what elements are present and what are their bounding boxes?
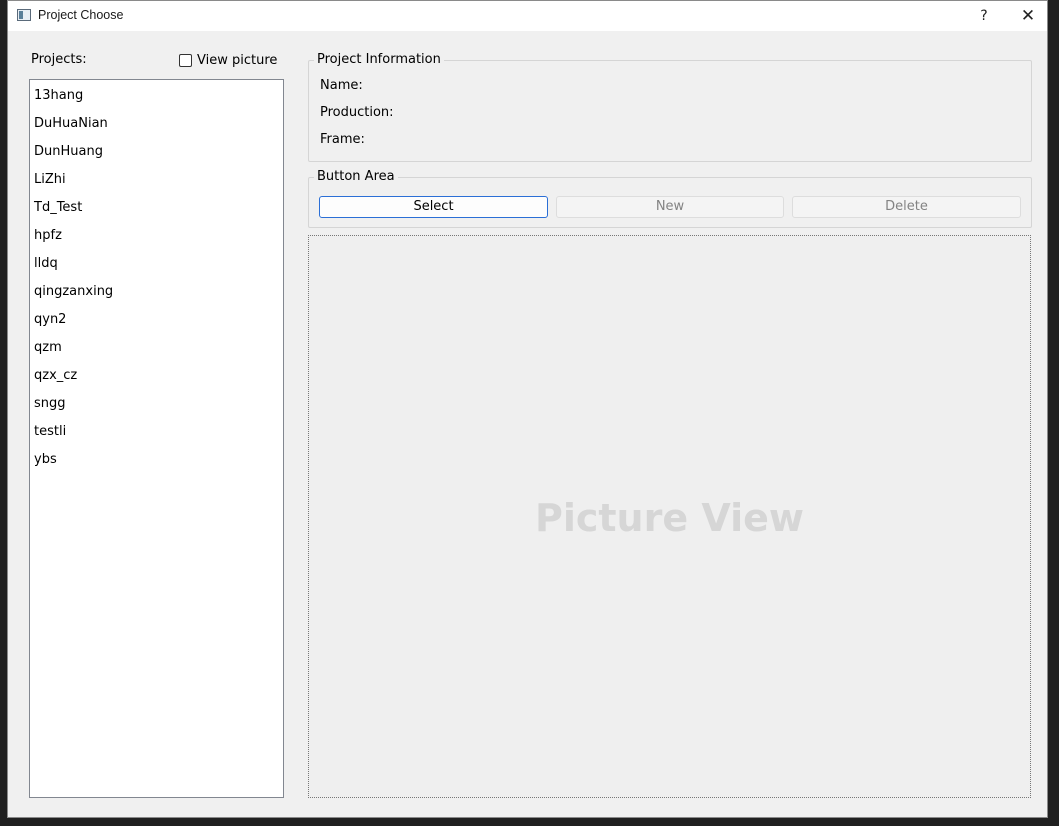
project-list[interactable]: 13hang DuHuaNian DunHuang LiZhi Td_Test …	[29, 79, 284, 798]
frame-label: Frame:	[320, 132, 365, 147]
window-title: Project Choose	[38, 8, 124, 22]
help-button[interactable]: ?	[972, 5, 996, 27]
button-area-title: Button Area	[314, 169, 398, 184]
name-label: Name:	[320, 78, 363, 93]
list-item[interactable]: ybs	[34, 450, 57, 470]
select-button[interactable]: Select	[319, 196, 548, 218]
project-choose-dialog: Project Choose ? ✕ Projects: View pictur…	[7, 0, 1048, 818]
list-item[interactable]: hpfz	[34, 226, 62, 246]
picture-view-placeholder: Picture View	[534, 496, 804, 540]
list-item[interactable]: qzm	[34, 338, 62, 358]
production-label: Production:	[320, 105, 394, 120]
list-item[interactable]: lldq	[34, 254, 58, 274]
delete-button[interactable]: Delete	[792, 196, 1021, 218]
list-item[interactable]: LiZhi	[34, 170, 66, 190]
projects-label: Projects:	[31, 52, 87, 67]
close-icon[interactable]: ✕	[1016, 5, 1040, 27]
project-information-title: Project Information	[314, 52, 444, 67]
app-window-icon	[17, 9, 31, 21]
list-item[interactable]: 13hang	[34, 86, 83, 106]
list-item[interactable]: qingzanxing	[34, 282, 113, 302]
view-picture-checkbox[interactable]: View picture	[179, 53, 277, 68]
project-information-group	[308, 60, 1032, 162]
list-item[interactable]: testli	[34, 422, 66, 442]
list-item[interactable]: qzx_cz	[34, 366, 77, 386]
checkbox-box[interactable]	[179, 54, 192, 67]
new-button[interactable]: New	[556, 196, 784, 218]
view-picture-label: View picture	[197, 53, 278, 68]
list-item[interactable]: DunHuang	[34, 142, 103, 162]
title-bar[interactable]: Project Choose ? ✕	[8, 1, 1047, 31]
list-item[interactable]: DuHuaNian	[34, 114, 108, 134]
list-item[interactable]: sngg	[34, 394, 66, 414]
list-item[interactable]: Td_Test	[34, 198, 82, 218]
picture-view: Picture View	[308, 235, 1031, 798]
list-item[interactable]: qyn2	[34, 310, 66, 330]
